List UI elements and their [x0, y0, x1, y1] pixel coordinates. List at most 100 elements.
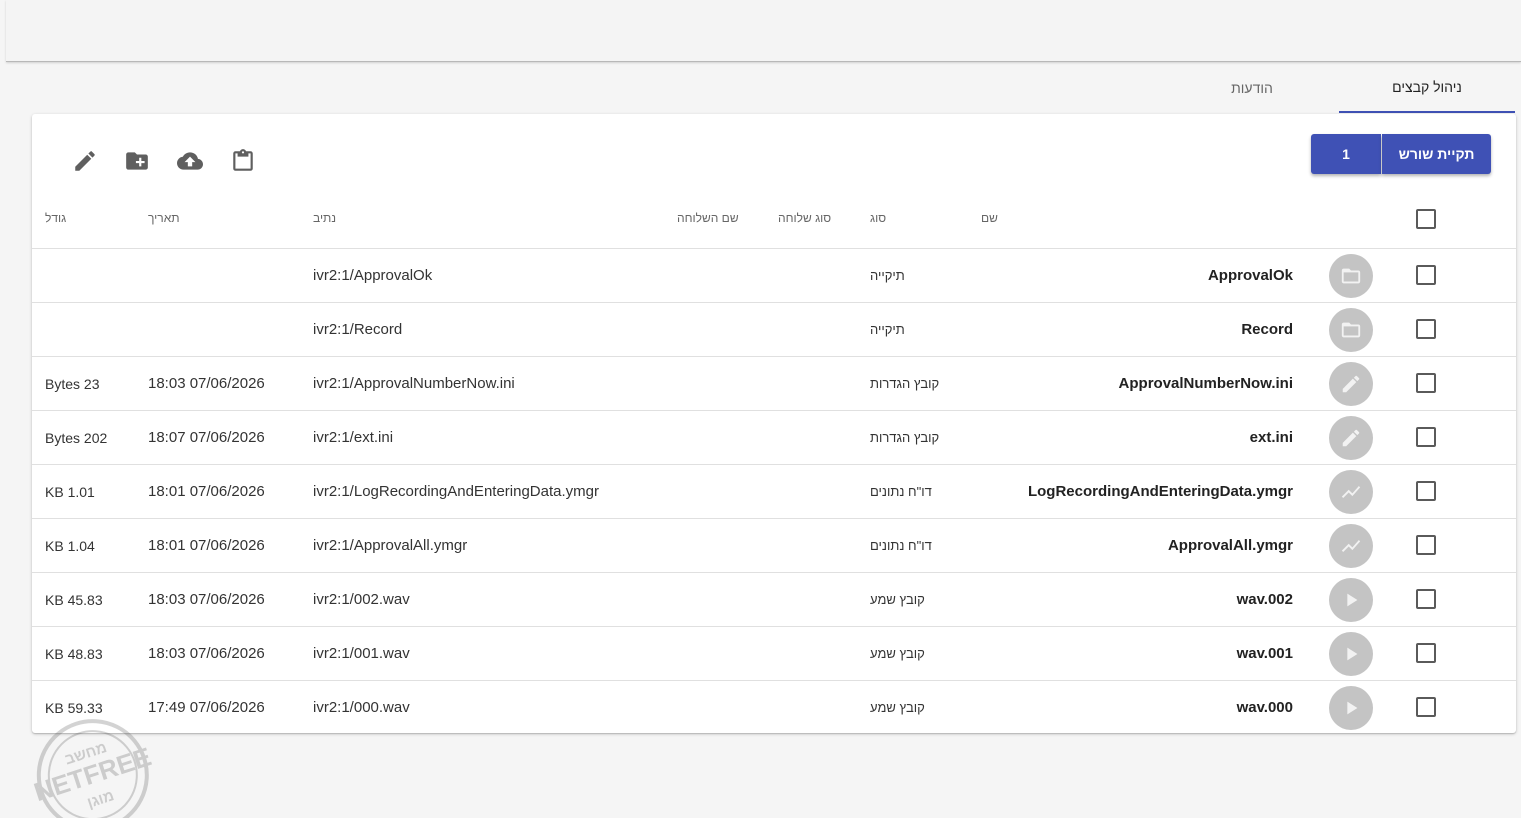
column-header-extension-name[interactable]: שם השלוחה — [677, 211, 739, 225]
table-row[interactable]: wav.001 קובץ שמע ivr2:1/001.wav 18:03 07/06… — [32, 626, 1516, 680]
file-type: דו"ח נתונים — [870, 484, 932, 499]
file-path: ivr2:1/002.wav — [313, 591, 410, 608]
watermark-top-text: מחשב — [63, 739, 109, 768]
column-header-extension-type[interactable]: סוג שלוחה — [778, 211, 831, 225]
folder-icon — [1341, 322, 1361, 338]
row-checkbox[interactable] — [1416, 319, 1436, 339]
rename-button[interactable] — [70, 146, 100, 176]
row-checkbox[interactable] — [1416, 535, 1436, 555]
file-name[interactable]: ApprovalNumberNow.ini — [1119, 375, 1293, 392]
file-name[interactable]: wav.000 — [1237, 699, 1293, 716]
file-size: Bytes 202 — [45, 430, 108, 446]
pencil-icon — [1342, 429, 1360, 447]
file-path: ivr2:1/Record — [313, 321, 403, 338]
file-type: דו"ח נתונים — [870, 538, 932, 553]
tab-messages[interactable]: הודעות — [1164, 62, 1340, 113]
file-path: ivr2:1/001.wav — [313, 645, 410, 662]
play-icon — [1347, 593, 1358, 607]
create-folder-icon — [126, 152, 148, 170]
file-name[interactable]: ApprovalOk — [1208, 267, 1293, 284]
table-row[interactable]: wav.002 קובץ שמע ivr2:1/002.wav 18:03 07/06… — [32, 572, 1516, 626]
file-path: ivr2:1/ApprovalOk — [313, 267, 433, 284]
file-size: KB 45.83 — [45, 592, 103, 608]
file-name[interactable]: ext.ini — [1250, 429, 1293, 446]
file-size: KB 1.01 — [45, 484, 95, 500]
file-type: קובץ שמע — [870, 592, 925, 607]
file-path: ivr2:1/ext.ini — [313, 429, 394, 446]
file-type: קובץ הגדרות — [870, 376, 940, 391]
file-type: תיקייה — [870, 268, 905, 283]
file-action-button[interactable] — [1329, 470, 1373, 514]
file-action-button[interactable] — [1329, 308, 1373, 352]
row-checkbox[interactable] — [1416, 697, 1436, 717]
file-manager-card: 1 תקיית שורש שם סוג סוג שלוחה שם השלוחה … — [32, 114, 1516, 733]
file-action-button[interactable] — [1329, 416, 1373, 460]
breadcrumb: 1 תקיית שורש — [1311, 134, 1491, 174]
file-action-button[interactable] — [1329, 524, 1373, 568]
table-row[interactable]: ext.ini קובץ הגדרות ivr2:1/ext.ini 18:07 07… — [32, 410, 1516, 464]
clipboard-icon — [233, 149, 253, 171]
file-path: ivr2:1/ApprovalAll.ymgr — [313, 537, 468, 554]
column-header-path[interactable]: נתיב — [313, 211, 336, 225]
table-row[interactable]: LogRecordingAndEnteringData.ymgr דו"ח נתו… — [32, 464, 1516, 518]
file-action-button[interactable] — [1329, 632, 1373, 676]
cloud-upload-icon — [177, 152, 203, 170]
file-date: 18:01 07/06/2026 — [148, 537, 265, 554]
file-date: 18:07 07/06/2026 — [148, 429, 265, 446]
table-row[interactable]: ApprovalAll.ymgr דו"ח נתונים ivr2:1/Approv… — [32, 518, 1516, 572]
row-checkbox[interactable] — [1416, 427, 1436, 447]
play-icon — [1347, 701, 1358, 715]
file-date: 18:03 07/06/2026 — [148, 375, 265, 392]
file-size: Bytes 23 — [45, 376, 100, 392]
table-row[interactable]: ApprovalOk תיקייה ivr2:1/ApprovalOk — [32, 248, 1516, 302]
file-name[interactable]: Record — [1241, 321, 1293, 338]
file-size: KB 1.04 — [45, 538, 95, 554]
chart-line-icon — [1341, 486, 1361, 498]
file-name[interactable]: ApprovalAll.ymgr — [1168, 537, 1293, 554]
file-name[interactable]: wav.002 — [1237, 591, 1293, 608]
row-checkbox[interactable] — [1416, 481, 1436, 501]
pencil-icon — [75, 151, 95, 171]
file-size: KB 59.33 — [45, 700, 103, 716]
column-header-name[interactable]: שם — [981, 211, 998, 225]
row-checkbox[interactable] — [1416, 643, 1436, 663]
file-type: קובץ הגדרות — [870, 430, 940, 445]
file-date: 18:01 07/06/2026 — [148, 483, 265, 500]
tab-bar: ניהול קבצים הודעות — [0, 62, 1521, 114]
file-action-button[interactable] — [1329, 686, 1373, 730]
file-action-button[interactable] — [1329, 578, 1373, 622]
watermark-bottom-text: מוגן — [85, 787, 116, 812]
file-type: תיקייה — [870, 322, 905, 337]
file-action-button[interactable] — [1329, 362, 1373, 406]
file-date: 17:49 07/06/2026 — [148, 699, 265, 716]
paste-button[interactable] — [228, 146, 258, 176]
file-date: 18:03 07/06/2026 — [148, 591, 265, 608]
table-row[interactable]: ApprovalNumberNow.ini קובץ הגדרות ivr2:1/A… — [32, 356, 1516, 410]
row-checkbox[interactable] — [1416, 373, 1436, 393]
top-app-bar — [6, 0, 1521, 62]
column-header-date[interactable]: תאריך — [148, 211, 180, 225]
new-folder-button[interactable] — [122, 146, 152, 176]
file-name[interactable]: wav.001 — [1237, 645, 1293, 662]
file-path: ivr2:1/LogRecordingAndEnteringData.ymgr — [313, 483, 599, 500]
table-row[interactable]: wav.000 קובץ שמע ivr2:1/000.wav 17:49 07/06… — [32, 680, 1516, 734]
row-checkbox[interactable] — [1416, 589, 1436, 609]
file-action-button[interactable] — [1329, 254, 1373, 298]
upload-button[interactable] — [175, 146, 205, 176]
watermark-middle-text: NETFREE — [30, 741, 155, 807]
chart-line-icon — [1341, 540, 1361, 552]
breadcrumb-current-folder[interactable]: 1 — [1311, 134, 1381, 174]
row-checkbox[interactable] — [1416, 265, 1436, 285]
file-name[interactable]: LogRecordingAndEnteringData.ymgr — [1028, 483, 1293, 500]
pencil-icon — [1342, 375, 1360, 393]
column-header-type[interactable]: סוג — [870, 211, 886, 225]
table-row[interactable]: Record תיקייה ivr2:1/Record — [32, 302, 1516, 356]
file-size: KB 48.83 — [45, 646, 103, 662]
breadcrumb-root-folder[interactable]: תקיית שורש — [1382, 134, 1491, 174]
select-all-checkbox[interactable] — [1416, 209, 1436, 229]
play-icon — [1347, 647, 1358, 661]
file-type: קובץ שמע — [870, 700, 925, 715]
tab-file-management[interactable]: ניהול קבצים — [1339, 62, 1515, 113]
table-header — [32, 194, 1516, 248]
column-header-size[interactable]: גודל — [45, 211, 66, 225]
